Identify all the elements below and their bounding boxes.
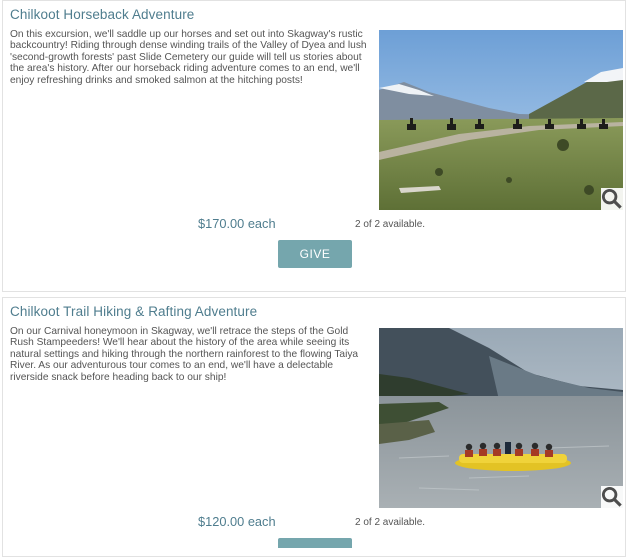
gift-listing-card: Chilkoot Horseback Adventure On this exc… — [2, 0, 626, 292]
zoom-button[interactable] — [601, 188, 623, 210]
listing-description: On this excursion, we'll saddle up our h… — [10, 29, 367, 86]
listing-title: Chilkoot Trail Hiking & Rafting Adventur… — [10, 304, 258, 319]
horseback-photo-image — [379, 30, 623, 210]
gift-listing-card: Chilkoot Trail Hiking & Rafting Adventur… — [2, 297, 626, 557]
availability-text: 2 of 2 available. — [355, 219, 426, 230]
listing-price: $170.00 each — [198, 216, 276, 231]
listing-price: $120.00 each — [198, 514, 276, 529]
zoom-button[interactable] — [601, 486, 623, 508]
give-button[interactable] — [278, 538, 352, 548]
zoom-magnifier-icon — [601, 486, 622, 507]
zoom-magnifier-icon — [601, 188, 622, 209]
listing-photo[interactable] — [379, 328, 623, 508]
listing-photo[interactable] — [379, 30, 623, 210]
listing-description: On our Carnival honeymoon in Skagway, we… — [10, 326, 359, 383]
give-button[interactable]: GIVE — [278, 240, 352, 268]
availability-text: 2 of 2 available. — [355, 517, 426, 528]
listing-title: Chilkoot Horseback Adventure — [10, 7, 195, 22]
rafting-photo-image — [379, 328, 623, 508]
